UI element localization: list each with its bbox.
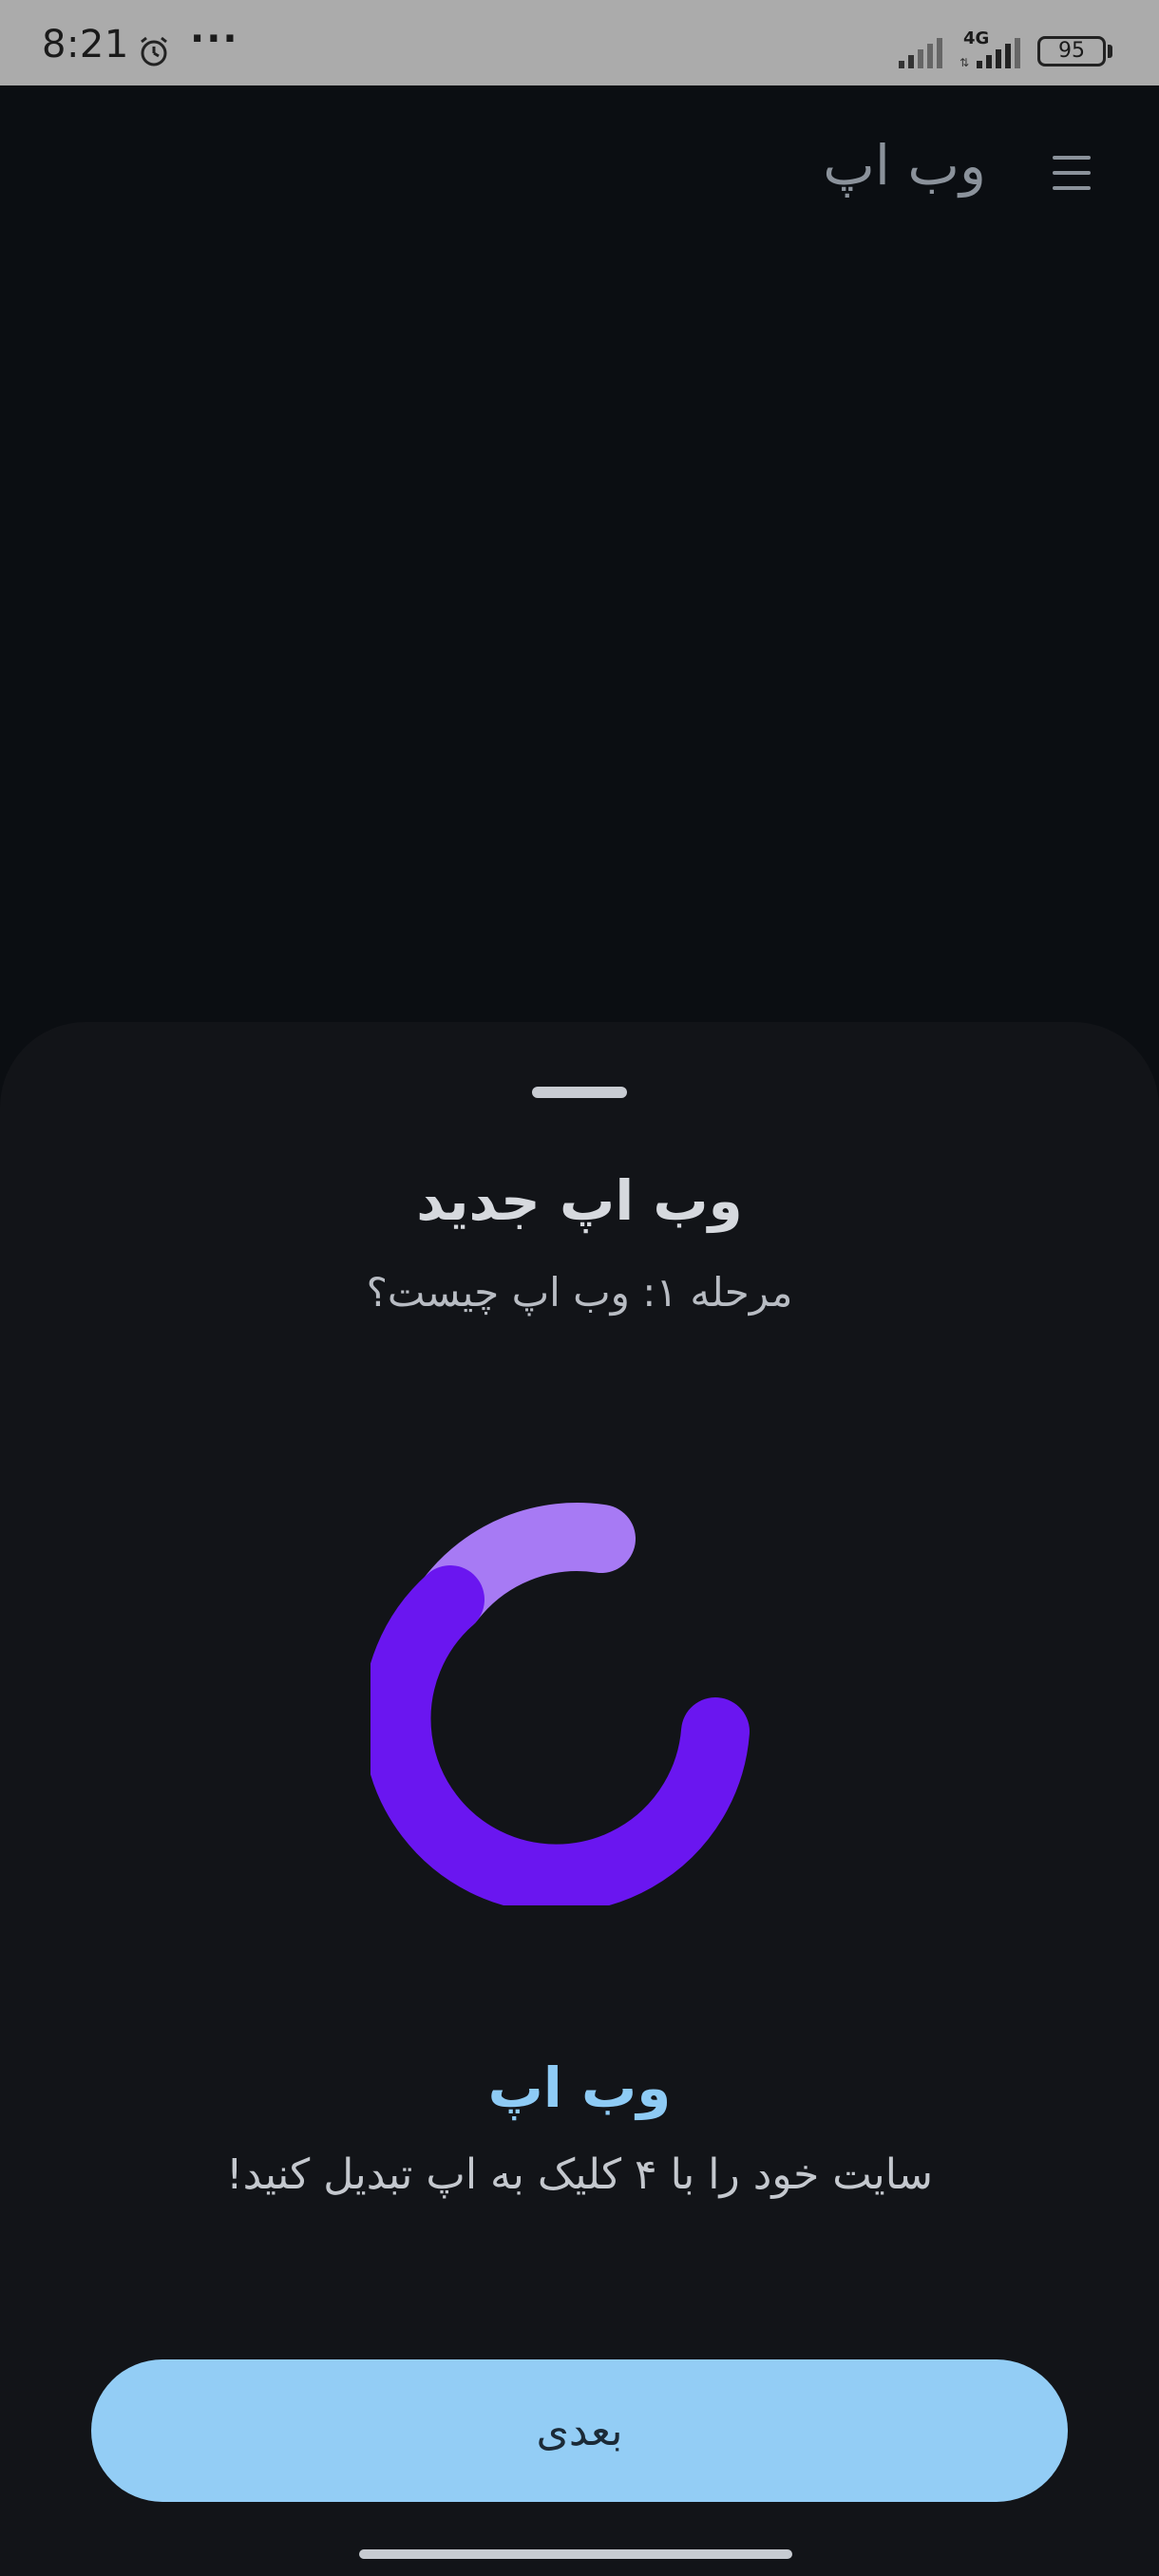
promo-description: سایت خود را با ۴ کلیک به اپ تبدیل کنید!	[226, 2150, 933, 2199]
hamburger-menu-icon[interactable]	[1053, 154, 1094, 192]
battery-tip	[1108, 45, 1112, 58]
next-button[interactable]: بعدی	[91, 2359, 1068, 2502]
home-indicator[interactable]	[359, 2549, 792, 2559]
screen: 8:21 ··· 4G ⇅ 95 وب اپ وب اپ جدید مرحله …	[0, 0, 1159, 2576]
status-bar: 8:21 ··· 4G ⇅ 95	[0, 0, 1159, 85]
step-subtitle: مرحله ۱: وب اپ چیست؟	[366, 1269, 793, 1316]
alarm-clock-icon	[141, 36, 167, 66]
promo-title: وب اپ	[487, 2055, 672, 2120]
onboarding-bottom-sheet: وب اپ جدید مرحله ۱: وب اپ چیست؟ وب اپ سا…	[0, 1022, 1159, 2576]
sheet-title: وب اپ جدید	[416, 1168, 743, 1233]
menu-line-bottom	[1053, 186, 1091, 190]
menu-line-middle	[1053, 171, 1091, 175]
menu-line-top	[1053, 156, 1091, 160]
sheet-drag-handle[interactable]	[532, 1087, 627, 1098]
signal-strength-icon-2: ⇅	[960, 38, 1020, 68]
status-time: 8:21	[42, 23, 129, 66]
battery-level: 95	[1058, 39, 1085, 63]
webapp-logo-icon	[370, 1503, 750, 1905]
svg-text:⇅: ⇅	[960, 56, 969, 68]
more-notifications-icon: ···	[190, 17, 239, 61]
signal-strength-icon-1	[899, 38, 942, 68]
battery-icon: 95	[1037, 36, 1106, 66]
app-title: وب اپ	[823, 133, 986, 198]
app-header: وب اپ	[0, 85, 1159, 256]
